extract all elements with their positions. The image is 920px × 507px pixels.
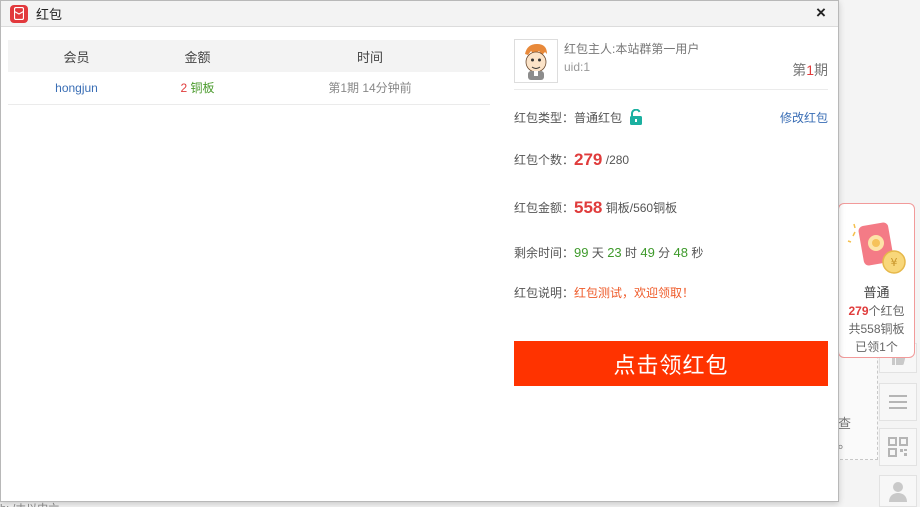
row-amount-unit: 铜板 [190,81,215,96]
grab-red-packet-button[interactable]: 点击领红包 [514,341,828,386]
amount-row: 红包金额：558 铜板/560铜板 [514,198,828,218]
description-row: 红包说明：红包测试，欢迎领取！ [514,284,828,301]
side-tool-qrcode[interactable] [879,428,917,466]
svg-text:¥: ¥ [891,256,898,269]
count-row: 红包个数：279 /280 [514,150,828,170]
background-text: 查 。 [838,416,852,451]
table-header-row: 会员 金额 时间 [8,40,490,72]
avatar[interactable] [514,39,558,83]
dialog-title: 红包 [36,7,63,22]
widget-total: 共558铜板 [848,322,905,336]
seconds-unit: 秒 [691,246,704,260]
widget-count-text: 个红包 [868,304,905,318]
remaining-hours: 23 [607,245,622,260]
type-value: 普通红包 [574,111,623,125]
remaining-minutes: 49 [640,245,655,260]
menu-icon [889,395,907,409]
red-packet-widget[interactable]: ¥ 普通 279个红包 共558铜板 已领1个 [838,203,915,358]
dialog-titlebar[interactable]: 红包 × [1,1,838,27]
row-member-link[interactable]: hongjun [8,72,145,104]
red-packet-icon [10,4,28,23]
remaining-seconds: 48 [673,245,688,260]
red-packet-dialog: 红包 × 会员 金额 时间 hongjun 2 铜板 第1期 14分钟前 红包主… [0,0,839,502]
amount-label: 红包金额： [514,201,575,215]
period-prefix: 第 [792,62,807,78]
amount-rest: 铜板/560铜板 [605,201,678,215]
claim-list: 会员 金额 时间 hongjun 2 铜板 第1期 14分钟前 [8,40,490,105]
count-label: 红包个数： [514,153,575,167]
amount-remaining: 558 [574,198,603,217]
table-row: hongjun 2 铜板 第1期 14分钟前 [8,72,490,104]
user-icon [889,482,907,502]
divider [514,89,828,90]
side-tool-menu[interactable] [879,383,917,421]
owner-name: 红包主人:本站群第一用户 [564,42,700,56]
row-amount-number: 2 [180,81,188,96]
column-header-member: 会员 [63,49,90,65]
description-label: 红包说明： [514,286,575,300]
days-unit: 天 [591,246,604,260]
side-tool-user[interactable] [879,475,917,507]
cartoon-avatar-image [525,44,547,80]
row-time: 第1期 14分钟前 [328,81,412,96]
minutes-unit: 分 [658,246,671,260]
close-icon: × [816,3,826,22]
owner-row: 红包主人:本站群第一用户 uid:1 第1期 [514,39,828,83]
widget-count: 279个红包 [839,302,914,320]
remaining-days: 99 [574,245,589,260]
widget-claimed: 已领1个 [855,340,898,354]
close-button[interactable]: × [812,4,830,22]
column-header-time: 时间 [356,49,383,65]
column-header-amount: 金额 [184,49,211,65]
remaining-time-row: 剩余时间：99 天 23 时 49 分 48 秒 [514,244,828,261]
remaining-time-label: 剩余时间： [514,246,575,260]
type-row: 红包类型：普通红包 修改红包 [514,108,828,128]
red-packet-coin-illustration: ¥ [847,222,906,274]
unlock-icon [629,108,643,128]
period-number: 1 [806,62,814,78]
count-total: /280 [605,153,630,167]
edit-red-packet-link[interactable]: 修改红包 [780,109,828,126]
hours-unit: 时 [625,246,638,260]
owner-uid: uid:1 [564,60,591,74]
widget-count-number: 279 [848,304,869,318]
type-label: 红包类型： [514,111,575,125]
row-amount: 2 铜板 [145,72,250,104]
period-label: 第1期 [792,60,828,80]
widget-type: 普通 [863,285,890,300]
description-value: 红包测试，欢迎领取！ [574,286,695,300]
qr-code-icon [888,437,908,457]
period-suffix: 期 [814,62,828,78]
count-remaining: 279 [574,150,603,169]
red-packet-info: 红包主人:本站群第一用户 uid:1 第1期 红包类型：普通红包 修改红包 红包… [514,39,828,386]
